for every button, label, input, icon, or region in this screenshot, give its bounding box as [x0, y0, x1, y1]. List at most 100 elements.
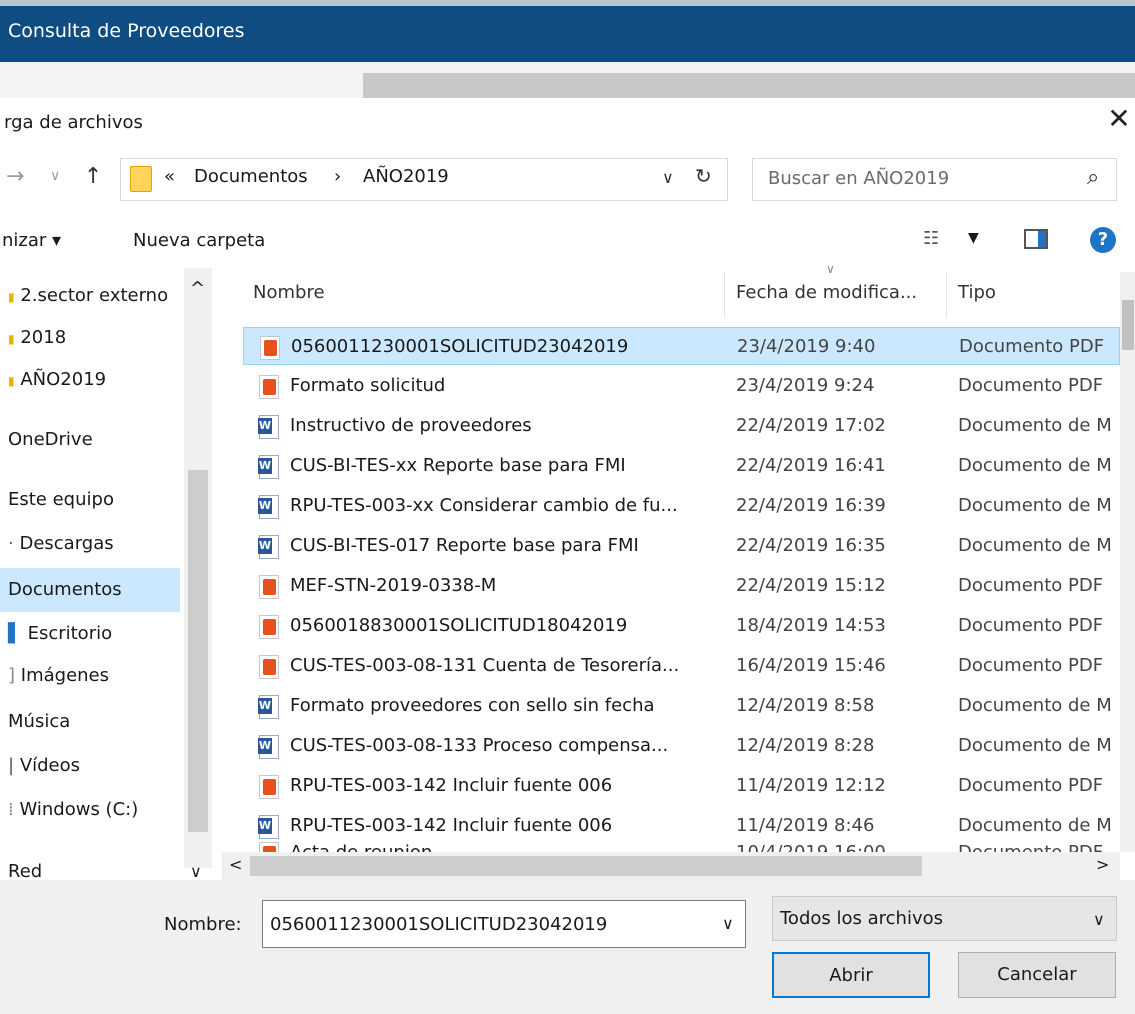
- file-row[interactable]: 0560011230001SOLICITUD23042019 23/4/2019…: [243, 327, 1120, 365]
- file-date: 11/4/2019 12:12: [736, 775, 886, 796]
- column-header-name[interactable]: Nombre: [253, 282, 325, 303]
- file-name: CUS-BI-TES-xx Reporte base para FMI: [290, 455, 626, 476]
- new-folder-button[interactable]: Nueva carpeta: [133, 230, 265, 251]
- file-type: Documento PDF: [958, 375, 1104, 396]
- file-date: 22/4/2019 16:41: [736, 455, 886, 476]
- file-name: RPU-TES-003-142 Incluir fuente 006: [290, 775, 613, 796]
- scroll-right-icon[interactable]: >: [1096, 855, 1109, 874]
- word-file-icon: [258, 535, 279, 559]
- filename-dropdown-icon[interactable]: ∨: [722, 914, 734, 933]
- file-row[interactable]: 0560018830001SOLICITUD18042019 18/4/2019…: [243, 607, 1120, 645]
- file-type: Documento PDF: [958, 842, 1120, 852]
- file-date: 23/4/2019 9:24: [736, 375, 875, 396]
- file-name: CUS-BI-TES-017 Reporte base para FMI: [290, 535, 639, 556]
- breadcrumb-overflow[interactable]: «: [164, 166, 175, 187]
- file-row[interactable]: Formato proveedores con sello sin fecha …: [243, 687, 1120, 725]
- sidebar-item-escritorio[interactable]: ▌ Escritorio: [0, 614, 180, 654]
- dialog-title: rga de archivos: [4, 112, 143, 133]
- nav-scroll-up-icon[interactable]: ^: [190, 278, 205, 299]
- sidebar-item-label: Escritorio: [27, 623, 113, 644]
- file-date: 22/4/2019 16:39: [736, 495, 886, 516]
- file-type: Documento PDF: [959, 336, 1105, 357]
- pdf-file-icon: [259, 775, 279, 799]
- cancel-button[interactable]: Cancelar: [958, 952, 1116, 998]
- close-icon[interactable]: ✕: [1104, 104, 1134, 134]
- sort-indicator-icon: ∨: [826, 262, 835, 276]
- file-row[interactable]: RPU-TES-003-142 Incluir fuente 006 11/4/…: [243, 767, 1120, 805]
- sidebar-item-ano2019[interactable]: ▮ AÑO2019: [0, 360, 180, 400]
- sidebar-item-label: 2018: [20, 327, 67, 348]
- scroll-left-icon[interactable]: <: [229, 855, 242, 874]
- breadcrumb-documentos[interactable]: Documentos: [194, 166, 308, 187]
- file-date: 23/4/2019 9:40: [737, 336, 876, 357]
- file-name: Instructivo de proveedores: [290, 415, 532, 436]
- sidebar-item-label: Red: [8, 861, 43, 882]
- sidebar-item-2-sector-externo[interactable]: ▮ 2.sector externo: [0, 276, 180, 316]
- file-type-filter-dropdown-icon[interactable]: ∨: [1093, 910, 1105, 929]
- file-list-horizontal-scrollbar-thumb[interactable]: [250, 856, 922, 876]
- download-icon: ·: [8, 533, 14, 554]
- column-header-date[interactable]: Fecha de modifica...: [736, 282, 917, 303]
- refresh-icon[interactable]: ↻: [695, 164, 712, 188]
- sidebar-item-2018[interactable]: ▮ 2018: [0, 318, 180, 358]
- sidebar-item-onedrive[interactable]: OneDrive: [0, 420, 180, 460]
- file-date: 22/4/2019 17:02: [736, 415, 886, 436]
- sidebar-item-videos[interactable]: | Vídeos: [0, 746, 180, 786]
- view-dropdown-icon[interactable]: ▼: [968, 230, 979, 246]
- breadcrumb-ano2019[interactable]: AÑO2019: [363, 166, 449, 187]
- sidebar-item-imagenes[interactable]: ] Imágenes: [0, 656, 180, 696]
- column-divider[interactable]: [946, 272, 947, 318]
- file-date: 22/4/2019 16:35: [736, 535, 886, 556]
- filename-value: 0560011230001SOLICITUD23042019: [270, 914, 608, 935]
- breadcrumb-separator-icon[interactable]: ›: [334, 166, 341, 187]
- file-row[interactable]: CUS-TES-003-08-131 Cuenta de Tesorería..…: [243, 647, 1120, 685]
- sidebar-item-documentos[interactable]: Documentos: [0, 568, 180, 612]
- organize-button[interactable]: nizar ▾: [2, 230, 61, 251]
- file-name: RPU-TES-003-142 Incluir fuente 006: [290, 815, 613, 836]
- recent-locations-chevron-icon[interactable]: ∨: [50, 168, 60, 184]
- file-date: 12/4/2019 8:28: [736, 735, 875, 756]
- address-dropdown-icon[interactable]: ∨: [662, 168, 674, 187]
- file-row[interactable]: CUS-BI-TES-017 Reporte base para FMI 22/…: [243, 527, 1120, 565]
- search-icon[interactable]: ⌕: [1087, 165, 1099, 190]
- file-list-vertical-scrollbar[interactable]: [1120, 272, 1135, 852]
- file-name: MEF-STN-2019-0338-M: [290, 575, 497, 596]
- forward-arrow-icon[interactable]: →: [6, 164, 24, 189]
- file-type: Documento de M: [958, 455, 1112, 476]
- file-row[interactable]: Acta de reunion 10/4/2019 16:00 Document…: [243, 840, 1120, 852]
- file-name: CUS-TES-003-08-131 Cuenta de Tesorería..…: [290, 655, 680, 676]
- navigation-scrollbar-thumb[interactable]: [188, 470, 208, 832]
- sidebar-item-label: OneDrive: [8, 429, 93, 450]
- sidebar-item-label: Imágenes: [20, 665, 109, 686]
- view-options-icon[interactable]: ☷: [923, 228, 939, 249]
- sidebar-item-label: Windows (C:): [19, 799, 139, 820]
- sidebar-item-label: Descargas: [19, 533, 114, 554]
- file-row[interactable]: CUS-BI-TES-xx Reporte base para FMI 22/4…: [243, 447, 1120, 485]
- open-button[interactable]: Abrir: [772, 952, 930, 998]
- file-row[interactable]: CUS-TES-003-08-133 Proceso compensa... 1…: [243, 727, 1120, 765]
- file-date: 16/4/2019 15:46: [736, 655, 886, 676]
- sidebar-item-label: Vídeos: [19, 755, 81, 776]
- app-background-panel: [363, 73, 1135, 98]
- word-file-icon: [258, 815, 279, 839]
- word-file-icon: [258, 735, 279, 759]
- column-divider[interactable]: [724, 272, 725, 318]
- sidebar-item-descargas[interactable]: · Descargas: [0, 524, 180, 564]
- file-row[interactable]: RPU-TES-003-xx Considerar cambio de fu..…: [243, 487, 1120, 525]
- sidebar-item-windows-c[interactable]: ⁞ Windows (C:): [0, 790, 180, 830]
- sidebar-item-este-equipo[interactable]: Este equipo: [0, 480, 180, 520]
- preview-pane-icon[interactable]: [1024, 229, 1048, 249]
- up-arrow-icon[interactable]: ↑: [84, 164, 102, 189]
- pdf-file-icon: [259, 615, 279, 639]
- column-header-type[interactable]: Tipo: [958, 282, 996, 303]
- file-row[interactable]: MEF-STN-2019-0338-M 22/4/2019 15:12 Docu…: [243, 567, 1120, 605]
- desktop-icon: ▌: [8, 623, 22, 644]
- file-type: Documento de M: [958, 495, 1112, 516]
- file-type: Documento de M: [958, 735, 1112, 756]
- nav-scroll-down-icon[interactable]: ∨: [190, 862, 202, 881]
- file-row[interactable]: Formato solicitud 23/4/2019 9:24 Documen…: [243, 367, 1120, 405]
- file-list-vertical-scrollbar-thumb[interactable]: [1122, 300, 1134, 350]
- sidebar-item-musica[interactable]: Música: [0, 702, 180, 742]
- file-row[interactable]: Instructivo de proveedores 22/4/2019 17:…: [243, 407, 1120, 445]
- help-icon[interactable]: ?: [1090, 227, 1116, 253]
